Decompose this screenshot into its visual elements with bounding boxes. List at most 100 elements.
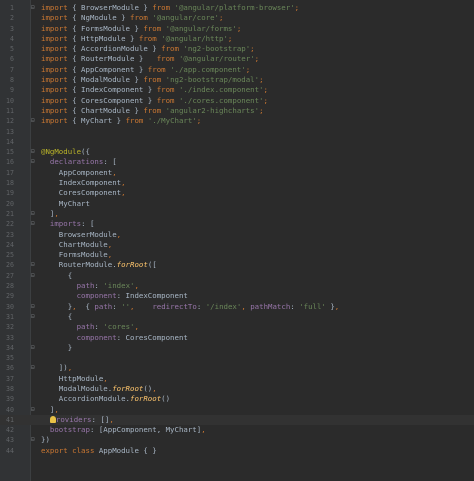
- code-line[interactable]: 8 import { ModalModule } from 'ng2-bootst…: [0, 75, 474, 85]
- code-token: :: [112, 301, 122, 311]
- code-line[interactable]: 3 import { FormsModule } from '@angular/f…: [0, 24, 474, 34]
- code-line[interactable]: 18 IndexComponent,: [0, 178, 474, 188]
- fold-marker-icon[interactable]: ⊟: [31, 343, 37, 353]
- line-number: 21: [6, 209, 14, 218]
- code-line[interactable]: 40 ⊟ ],: [0, 405, 474, 415]
- code-token: :: [196, 301, 206, 311]
- code-line[interactable]: 33 component: CoresComponent: [0, 333, 474, 343]
- code-line[interactable]: 41 roviders: [],: [0, 414, 474, 426]
- code-text: declarations: [: [41, 157, 474, 167]
- code-line[interactable]: 5 import { AccordionModule } from 'ng2-bo…: [0, 44, 474, 54]
- code-token: ;: [250, 44, 255, 54]
- code-line[interactable]: 14: [0, 137, 474, 147]
- code-text: ]),: [41, 363, 474, 373]
- fold-marker-icon[interactable]: ⊟: [31, 260, 37, 270]
- code-token: RouterModule.: [41, 260, 117, 270]
- code-token: ,: [103, 373, 108, 383]
- line-number: 4: [10, 34, 14, 43]
- code-line[interactable]: 6 import { RouterModule } from '@angular/…: [0, 54, 474, 64]
- code-line[interactable]: 42 bootstrap: [AppComponent, MyChart],: [0, 425, 474, 435]
- code-text: HttpModule,: [41, 374, 474, 384]
- code-line[interactable]: 29 component: IndexComponent: [0, 291, 474, 301]
- line-number: 26: [6, 261, 14, 270]
- code-line[interactable]: 12 ⊟ import { MyChart } from './MyChart';: [0, 116, 474, 126]
- code-token: ;: [259, 105, 264, 115]
- code-line[interactable]: 27 ⊟ {: [0, 271, 474, 281]
- fold-marker-icon[interactable]: ⊟: [31, 116, 37, 126]
- code-line[interactable]: 17 AppComponent,: [0, 168, 474, 178]
- fold-marker-icon[interactable]: ⊟: [31, 3, 37, 13]
- code-line[interactable]: 20 MyChart: [0, 199, 474, 209]
- code-line[interactable]: 21 ⊟ ],: [0, 209, 474, 219]
- code-line[interactable]: 38 ModalModule.forRoot(),: [0, 384, 474, 394]
- code-line[interactable]: 44 export class AppModule { }: [0, 446, 474, 456]
- code-text: ChartModule,: [41, 240, 474, 250]
- code-line[interactable]: 35: [0, 353, 474, 363]
- code-line[interactable]: 7 import { AppComponent } from './app.com…: [0, 65, 474, 75]
- fold-marker-icon[interactable]: ⊟: [31, 312, 37, 322]
- code-token: ,: [134, 281, 139, 291]
- fold-marker-icon[interactable]: ⊟: [31, 271, 37, 281]
- line-number: 34: [6, 343, 14, 352]
- code-token: ;: [254, 54, 260, 64]
- code-token: ]: [41, 208, 55, 218]
- code-token: '/index': [205, 301, 242, 311]
- code-editor[interactable]: 1 ⊟ import { BrowserModule } from '@angula…: [0, 0, 474, 481]
- code-token: ;: [227, 33, 233, 43]
- code-token: ,: [201, 425, 206, 435]
- code-line[interactable]: 36 ⊟ ]),: [0, 363, 474, 373]
- code-line[interactable]: 32 path: 'cores',: [0, 322, 474, 332]
- code-line[interactable]: 37 HttpModule,: [0, 374, 474, 384]
- code-line[interactable]: 1 ⊟ import { BrowserModule } from '@angula…: [0, 3, 474, 13]
- code-line[interactable]: 2 import { NgModule } from '@angular/core…: [0, 13, 474, 23]
- code-text: import { AccordionModule } from 'ng2-boo…: [41, 44, 474, 54]
- fold-marker-icon[interactable]: ⊟: [31, 219, 37, 229]
- code-token: 'index': [103, 281, 135, 291]
- code-text: import { IndexComponent } from './index.…: [41, 85, 474, 95]
- fold-marker-icon[interactable]: ⊟: [31, 147, 37, 157]
- code-line[interactable]: 39 AccordionModule.forRoot(): [0, 394, 474, 404]
- code-text: import { FormsModule } from '@angular/fo…: [41, 24, 474, 34]
- fold-marker-icon[interactable]: ⊟: [31, 363, 37, 373]
- fold-marker-icon[interactable]: ⊟: [31, 405, 37, 415]
- code-line[interactable]: 19 CoresComponent,: [0, 188, 474, 198]
- code-line[interactable]: 30 ⊟ }, { path: '', redirectTo: '/index',…: [0, 302, 474, 312]
- code-token: forRoot: [112, 383, 144, 393]
- code-token: from: [138, 33, 157, 43]
- code-token: { FormsModule }: [67, 23, 144, 33]
- code-token: '@angular/forms': [165, 23, 237, 33]
- code-token: 'full': [299, 301, 326, 311]
- code-token: from: [130, 13, 148, 23]
- code-line[interactable]: 26 ⊟ RouterModule.forRoot([: [0, 260, 474, 270]
- code-line[interactable]: 15 ⊟ @NgModule({: [0, 147, 474, 157]
- code-line[interactable]: 22 ⊟ imports: [: [0, 219, 474, 229]
- code-line[interactable]: 43 ⊟}): [0, 435, 474, 445]
- code-line[interactable]: 24 ChartModule,: [0, 240, 474, 250]
- code-text: roviders: [],: [41, 415, 474, 425]
- code-token: { CoresComponent }: [67, 95, 157, 105]
- line-number: 2: [10, 14, 14, 23]
- code-line[interactable]: 25 FormsModule,: [0, 250, 474, 260]
- code-line[interactable]: 13: [0, 127, 474, 137]
- code-line[interactable]: 28 path: 'index',: [0, 281, 474, 291]
- fold-marker-icon[interactable]: ⊟: [31, 435, 37, 445]
- code-line[interactable]: 9 import { IndexComponent } from './index…: [0, 85, 474, 95]
- code-text: import { HttpModule } from '@angular/htt…: [41, 34, 474, 44]
- code-line[interactable]: 4 import { HttpModule } from '@angular/ht…: [0, 34, 474, 44]
- code-text: import { CoresComponent } from './cores.…: [41, 96, 474, 106]
- line-number: 14: [6, 137, 14, 146]
- code-line[interactable]: 16 ⊟ declarations: [: [0, 157, 474, 167]
- code-token: { ModalModule }: [67, 75, 144, 85]
- fold-marker-icon[interactable]: ⊟: [31, 302, 37, 312]
- code-text: import { ModalModule } from 'ng2-bootstr…: [41, 75, 474, 85]
- code-line[interactable]: 34 ⊟ }: [0, 343, 474, 353]
- fold-marker-icon[interactable]: ⊟: [31, 157, 37, 167]
- code-line[interactable]: 10 import { CoresComponent } from './core…: [0, 96, 474, 106]
- code-token: bootstrap: [49, 425, 90, 435]
- code-line[interactable]: 31 ⊟ {: [0, 312, 474, 322]
- code-line[interactable]: 23 BrowserModule,: [0, 230, 474, 240]
- fold-marker-icon[interactable]: ⊟: [31, 209, 37, 219]
- code-line[interactable]: 11 import { ChartModule } from 'angular2-…: [0, 106, 474, 116]
